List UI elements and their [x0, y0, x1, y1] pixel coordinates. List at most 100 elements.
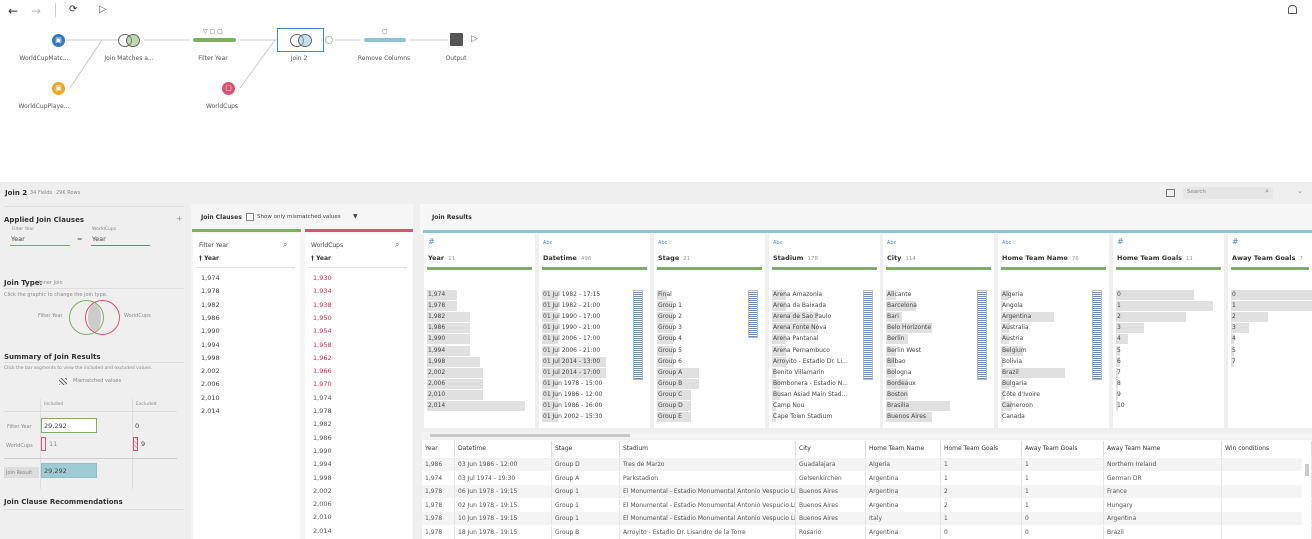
profile-value[interactable]: 1 [1231, 301, 1312, 312]
clause-value[interactable]: 2,010 [313, 513, 332, 521]
mismatch-label[interactable]: Show only mismatched values [257, 214, 341, 220]
string-type-icon[interactable]: Abc [543, 240, 552, 246]
profile-value[interactable]: 01 Jul 2006 - 21:00 [542, 345, 600, 356]
profile-scroll-overview[interactable] [977, 290, 987, 380]
table-cell[interactable]: Gelsenkirchen [796, 471, 866, 485]
table-cell[interactable]: 1,974 [422, 471, 455, 485]
profile-card-away-team-goals[interactable]: # Away Team Goals 7 0 1 2 3 4 5 7 [1228, 234, 1312, 428]
profile-value[interactable]: Bologna [886, 367, 911, 378]
profile-card-city[interactable]: Abc City 114 Alicante Barcelona Bari Belo Hori… [883, 234, 994, 428]
worldcups-excluded-bar[interactable] [133, 437, 138, 451]
table-cell[interactable]: El Monumental - Estadio Monumental Anton… [620, 485, 796, 498]
clause-value[interactable]: 1,966 [313, 367, 332, 375]
profile-card-home-team-name[interactable]: Abc Home Team Name 76 Algeria Angola Argentin… [998, 234, 1109, 428]
search-icon[interactable]: ⌕ [283, 240, 287, 250]
table-cell[interactable]: German DR [1104, 471, 1222, 485]
filter-year-node[interactable] [193, 38, 236, 42]
profile-value[interactable]: Arena Pantanal [772, 334, 819, 345]
clause-value[interactable]: 1,986 [313, 434, 332, 442]
profile-card-home-team-goals[interactable]: # Home Team Goals 11 0 1 2 3 4 5 6 7 8 9 10 [1113, 234, 1224, 428]
table-cell[interactable]: 1,978 [422, 485, 455, 498]
left-field-select[interactable]: Year [10, 235, 70, 246]
table-cell[interactable]: 1 [941, 471, 1022, 485]
clause-value[interactable]: 1,978 [201, 287, 220, 295]
profile-value[interactable]: 1,982 [427, 312, 470, 323]
table-cell[interactable]: Brazil [1104, 525, 1222, 539]
worldcups-included-bar[interactable] [41, 437, 46, 451]
profile-field-name[interactable]: Year 11 [428, 254, 455, 262]
profile-value[interactable]: 01 Jul 2006 - 17:00 [542, 334, 600, 345]
clause-value[interactable]: 2,014 [201, 407, 220, 415]
profile-value[interactable]: Group C [657, 389, 692, 400]
table-cell[interactable]: Northern Ireland [1104, 458, 1222, 471]
profile-value[interactable]: Austria [1001, 334, 1023, 345]
join-2-node[interactable] [277, 28, 324, 52]
table-cell[interactable]: Argentina [866, 525, 941, 539]
profile-value[interactable]: 7 [1116, 367, 1121, 378]
join-type-venn-diagram[interactable] [69, 300, 120, 336]
profile-value[interactable]: Arena Fonte Nova [772, 323, 827, 334]
table-row[interactable]: 1,978 02 Jun 1978 - 19:15 Group 1 El Monume… [422, 498, 1312, 512]
clause-value[interactable]: 2,010 [201, 394, 220, 402]
profile-value[interactable]: Boston [886, 389, 908, 400]
number-type-icon[interactable]: # [1232, 237, 1239, 246]
clause-value[interactable]: 1,938 [313, 301, 332, 309]
profile-value[interactable]: Brazil [1001, 367, 1065, 378]
table-cell[interactable] [1222, 525, 1312, 539]
clause-value[interactable]: 2,006 [313, 500, 332, 508]
profile-value[interactable]: Bilbao [886, 356, 906, 367]
profile-field-name[interactable]: Away Team Goals 7 [1232, 254, 1303, 262]
profile-value[interactable]: Bari [886, 312, 902, 323]
worldcupplayers-input-node[interactable]: ▣ [52, 82, 65, 95]
profile-value[interactable]: 5 [1116, 345, 1121, 356]
profile-card-stage[interactable]: Abc Stage 21 Final Group 1 Group 2 Group 3 Grou… [654, 234, 765, 428]
profile-value[interactable]: Belgium [1001, 345, 1027, 356]
profile-value[interactable]: Bolivia [1001, 356, 1022, 367]
column-header[interactable]: Datetime [455, 441, 552, 457]
profile-value[interactable]: Australia [1001, 323, 1029, 334]
table-cell[interactable]: Group 1 [552, 485, 620, 498]
table-row[interactable]: 1,974 03 Jul 1974 - 19:30 Group A Parkstadi… [422, 471, 1312, 485]
profile-card-stadium[interactable]: Abc Stadium 178 Arena Amazonia Arena da Baix… [769, 234, 880, 428]
clause-value[interactable]: 2,014 [313, 527, 332, 535]
profile-value[interactable]: Busan Asiad Main Stad... [772, 389, 847, 400]
filter-year-included-bar[interactable]: 29,292 [41, 418, 97, 433]
profile-value[interactable]: 01 Jul 1982 - 21:00 [542, 301, 600, 312]
profile-scroll-overview[interactable] [1092, 290, 1102, 380]
profile-field-name[interactable]: Datetime 496 [543, 254, 591, 262]
mismatch-checkbox[interactable] [246, 213, 254, 221]
clause-value[interactable]: 1,954 [313, 327, 332, 335]
profile-value[interactable]: 0 [1116, 290, 1194, 300]
mismatch-dropdown-icon[interactable]: ▼ [353, 213, 358, 220]
column-header[interactable]: Win conditions [1222, 441, 1312, 457]
table-row[interactable]: 1,986 03 Jun 1986 - 12:00 Group D Tres de M… [422, 458, 1312, 471]
table-row[interactable]: 1,978 18 Jun 1978 - 19:15 Group B Arroyito … [422, 525, 1312, 539]
clause-value[interactable]: 1,950 [313, 314, 332, 322]
table-cell[interactable]: Group B [552, 525, 620, 539]
clause-value[interactable]: 1,990 [313, 447, 332, 455]
profile-field-name[interactable]: Home Team Goals 11 [1117, 254, 1193, 262]
clause-value[interactable]: 1,958 [313, 341, 332, 349]
profile-value[interactable]: 01 Jul 1982 - 17:15 [542, 290, 600, 300]
scrollbar-thumb[interactable] [430, 434, 630, 437]
table-cell[interactable]: Group 1 [552, 512, 620, 525]
table-cell[interactable]: 1 [941, 458, 1022, 471]
table-cell[interactable]: 1 [1022, 498, 1104, 512]
clause-value[interactable]: 1,970 [313, 380, 332, 388]
profile-value[interactable]: 1,990 [427, 334, 470, 345]
profile-value[interactable]: Arroyito - Estadio Dr. Li... [772, 356, 848, 367]
number-type-icon[interactable]: # [1117, 237, 1124, 246]
table-cell[interactable] [1222, 485, 1312, 498]
join-matches-node[interactable] [118, 34, 144, 47]
profile-value[interactable]: Group B [657, 378, 700, 389]
profile-value[interactable]: 4 [1231, 334, 1236, 345]
clause-value[interactable]: 1,934 [313, 287, 332, 295]
profile-value[interactable]: 1,986 [427, 323, 470, 334]
clause-value[interactable]: 1,990 [201, 327, 220, 335]
table-cell[interactable]: Group A [552, 471, 620, 485]
worldcupmatches-input-node[interactable]: ▣ [52, 34, 65, 47]
profile-value[interactable]: Group E [657, 412, 692, 423]
table-cell[interactable]: Group 1 [552, 498, 620, 512]
collapse-chevron-icon[interactable]: ⌄ [1297, 187, 1303, 195]
table-row[interactable]: 1,978 06 Jun 1978 - 19:15 Group 1 El Monume… [422, 485, 1312, 498]
